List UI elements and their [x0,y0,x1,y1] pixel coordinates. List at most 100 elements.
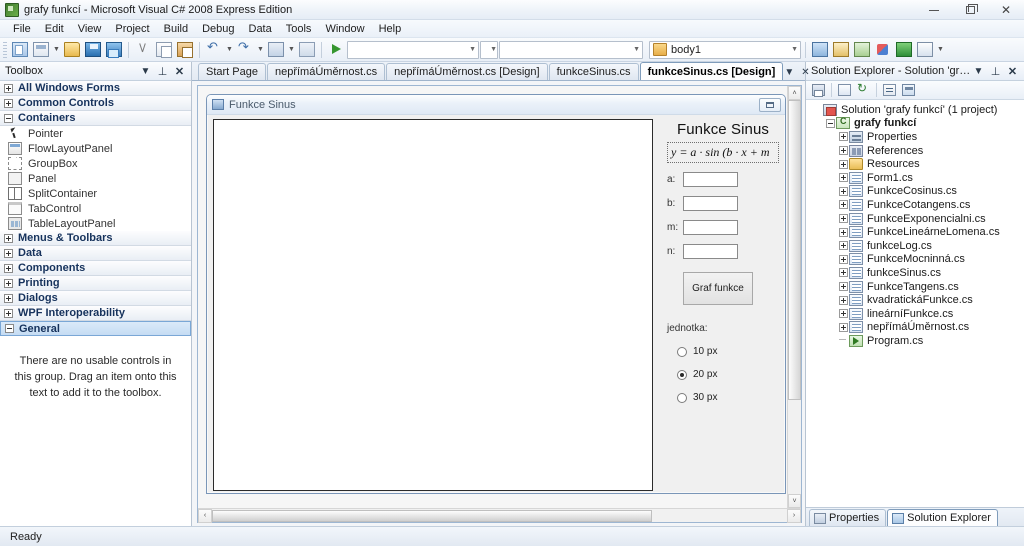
expand-icon[interactable] [838,212,849,225]
menu-tools[interactable]: Tools [279,22,319,36]
solution-explorer-button[interactable] [810,40,830,60]
scroll-left-button[interactable]: ‹ [198,508,212,523]
expand-icon[interactable] [838,144,849,157]
tab-close-button[interactable]: ✕ [801,67,809,78]
radio-20px[interactable] [677,369,687,380]
designer-vertical-scrollbar[interactable]: ˄ ˅ [787,86,801,508]
tree-item[interactable]: kvadratickáFunkce.cs [806,293,1024,307]
expand-icon[interactable] [4,248,13,258]
expand-icon[interactable] [838,294,849,307]
toolbar-grip[interactable] [3,41,7,58]
solution-explorer-pin-button[interactable]: ⊥ [989,65,1002,78]
toolbox-button[interactable] [873,40,893,60]
add-new-item-dropdown[interactable]: ▼ [52,40,61,60]
radio-row-20px[interactable]: 20 px [667,369,779,380]
menu-help[interactable]: Help [372,22,409,36]
expand-icon[interactable] [838,307,849,320]
input-n[interactable] [683,244,738,259]
solution-explorer-close-button[interactable]: ✕ [1006,65,1019,78]
tree-item[interactable]: Form1.cs [806,171,1024,185]
winform-funkce-sinus[interactable]: Funkce Sinus Funkce Sinus y = a · sin (b… [206,94,786,494]
paste-button[interactable] [175,40,195,60]
toolbox-item-tablelayoutpanel[interactable]: TableLayoutPanel [0,216,191,231]
tree-item[interactable]: Solution 'grafy funkcí' (1 project) [806,103,1024,117]
tab-properties[interactable]: Properties [809,509,887,526]
expand-icon[interactable] [838,198,849,211]
tree-item[interactable]: funkceLog.cs [806,239,1024,253]
menu-window[interactable]: Window [318,22,371,36]
tab-list-dropdown[interactable]: ▼ [784,67,794,78]
tree-item[interactable]: FunkceCotangens.cs [806,198,1024,212]
start-debugging-button[interactable] [326,40,346,60]
view-designer-button[interactable] [900,82,917,98]
toolbox-item-groupbox[interactable]: GroupBox [0,156,191,171]
undo-button[interactable] [204,39,224,60]
navigate-forward-button[interactable] [297,40,317,60]
toolbox-item-tabcontrol[interactable]: TabControl [0,201,191,216]
collapse-icon[interactable] [5,324,14,333]
unnamed-combo[interactable]: ▼ [480,40,498,59]
toolbox-category-data[interactable]: Data [0,246,191,261]
expand-icon[interactable] [838,171,849,184]
input-m[interactable] [683,220,738,235]
toolbox-category-components[interactable]: Components [0,261,191,276]
start-page-button[interactable] [894,40,914,60]
radio-30px[interactable] [677,392,687,403]
expand-icon[interactable] [4,233,13,243]
toolbox-category-all-windows-forms[interactable]: All Windows Forms [0,81,191,96]
find-combo[interactable]: ▼ [499,40,643,59]
redo-button[interactable] [235,39,255,60]
input-b[interactable] [683,196,738,211]
tree-item[interactable]: References [806,144,1024,158]
radio-row-30px[interactable]: 30 px [667,392,779,403]
toolbox-dropdown-button[interactable]: ▼ [139,66,152,77]
toolbox-pin-button[interactable]: ⊥ [156,65,169,78]
other-windows-dropdown[interactable]: ▼ [936,40,945,60]
menu-data[interactable]: Data [242,22,279,36]
expand-icon[interactable] [838,280,849,293]
toolbox-item-flowlayoutpanel[interactable]: FlowLayoutPanel [0,141,191,156]
expand-icon[interactable] [838,158,849,171]
tree-item[interactable]: lineárníFunkce.cs [806,307,1024,321]
view-code-button[interactable] [881,82,898,98]
copy-button[interactable] [154,40,174,60]
restore-button[interactable] [952,0,988,20]
formula-textbox[interactable]: y = a · sin (b · x + m [667,142,779,163]
toolbox-category-containers[interactable]: Containers [0,111,191,126]
tree-item[interactable]: FunkceLineárneLomena.cs [806,225,1024,239]
toolbox-category-general[interactable]: General [0,321,191,336]
menu-debug[interactable]: Debug [195,22,241,36]
menu-build[interactable]: Build [157,22,195,36]
solution-configuration-combo[interactable]: ▼ [347,40,479,59]
properties-button[interactable] [810,82,827,98]
tree-item[interactable]: Properties [806,130,1024,144]
expand-icon[interactable] [4,83,13,93]
expand-icon[interactable] [4,308,13,318]
scroll-up-button[interactable]: ˄ [788,86,801,100]
tree-item[interactable]: FunkceCosinus.cs [806,185,1024,199]
minimize-button[interactable] [916,0,952,20]
tab-funkcesinus-cs[interactable]: funkceSinus.cs [548,63,639,80]
chart-panel[interactable] [213,119,653,491]
expand-icon[interactable] [838,130,849,143]
toolbox-item-pointer[interactable]: Pointer [0,126,191,141]
expand-icon[interactable] [838,266,849,279]
input-a[interactable] [683,172,738,187]
expand-icon[interactable] [4,278,13,288]
tree-item[interactable]: funkceSinus.cs [806,266,1024,280]
toolbox-category-common-controls[interactable]: Common Controls [0,96,191,111]
tree-item[interactable]: Resources [806,157,1024,171]
collapse-icon[interactable] [4,113,13,123]
expand-icon[interactable] [838,226,849,239]
save-button[interactable] [83,40,103,60]
expand-icon[interactable] [4,293,13,303]
save-all-button[interactable] [104,40,124,60]
tree-item[interactable]: FunkceExponencialni.cs [806,212,1024,226]
winform-restore-button[interactable] [759,97,781,112]
tree-item[interactable]: Program.cs [806,334,1024,348]
radio-row-10px[interactable]: 10 px [667,346,779,357]
menu-file[interactable]: File [6,22,38,36]
undo-dropdown[interactable]: ▼ [225,40,234,60]
navigate-backward-dropdown[interactable]: ▼ [287,40,296,60]
open-file-button[interactable] [62,40,82,60]
